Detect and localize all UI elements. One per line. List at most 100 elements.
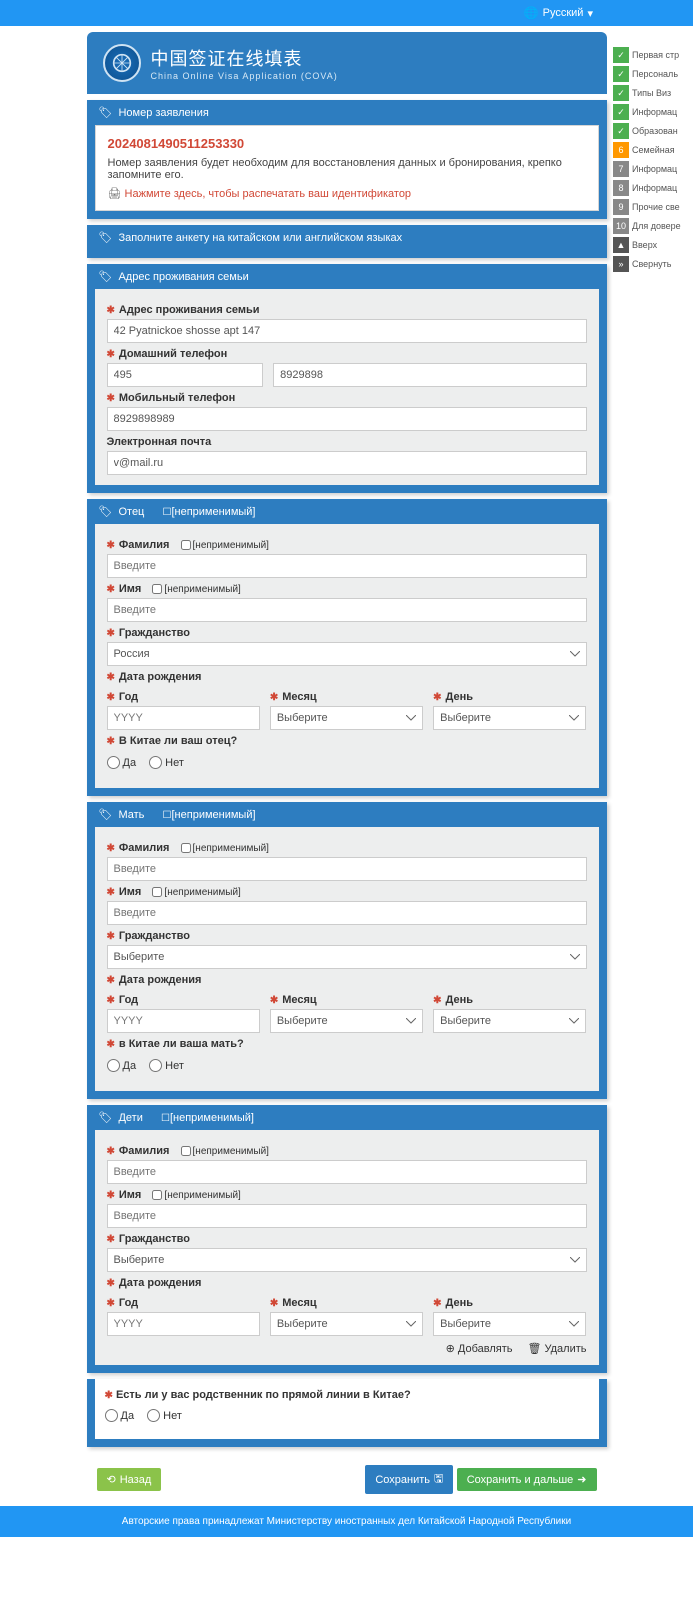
phone-num-input[interactable]: [273, 363, 586, 387]
relative-question-panel: ✱ Есть ли у вас родственник по прямой ли…: [87, 1379, 607, 1447]
required-icon: ✱: [107, 393, 115, 404]
surname-na-checkbox[interactable]: [181, 1146, 191, 1156]
add-child-button[interactable]: Добавлять: [446, 1343, 513, 1355]
delete-child-button[interactable]: Удалить: [528, 1343, 587, 1355]
father-inchina-yes[interactable]: [107, 756, 120, 769]
side-label: Для довере: [632, 221, 681, 231]
relative-no[interactable]: [147, 1409, 160, 1422]
mother-surname-input[interactable]: [107, 857, 587, 881]
side-nav-item[interactable]: ✓Персональ: [613, 65, 693, 83]
side-nav-item[interactable]: ✓Первая стр: [613, 46, 693, 64]
phone-code-input[interactable]: [107, 363, 264, 387]
mother-inchina-yes[interactable]: [107, 1059, 120, 1072]
chevron-down-icon: ▾: [587, 7, 593, 20]
child-day-select[interactable]: Выберите: [433, 1312, 586, 1336]
email-input[interactable]: [107, 451, 587, 475]
father-year-input[interactable]: [107, 706, 260, 730]
back-button[interactable]: ⟲ Назад: [97, 1468, 162, 1491]
name-na-checkbox[interactable]: [152, 1190, 162, 1200]
relative-yes[interactable]: [105, 1409, 118, 1422]
father-surname-input[interactable]: [107, 554, 587, 578]
mother-name-input[interactable]: [107, 901, 587, 925]
application-note: Номер заявления будет необходим для восс…: [108, 157, 586, 181]
panel-title: Отец: [118, 506, 144, 518]
side-nav-item[interactable]: 6Семейная: [613, 141, 693, 159]
required-icon: ✱: [107, 305, 115, 316]
address-input[interactable]: [107, 319, 587, 343]
father-inchina-no[interactable]: [149, 756, 162, 769]
panel-title: Номер заявления: [118, 107, 208, 119]
side-label: Прочие све: [632, 202, 680, 212]
father-month-select[interactable]: Выберите: [270, 706, 423, 730]
mother-year-input[interactable]: [107, 1009, 260, 1033]
mobile-label: Мобильный телефон: [119, 392, 235, 404]
save-next-button[interactable]: Сохранить и дальше ➜: [457, 1468, 597, 1491]
mother-panel: 🏷Мать ☐[неприменимый] ✱Фамилия [непримен…: [87, 802, 607, 1099]
panel-title: Мать: [118, 809, 144, 821]
tag-icon: 🏷: [99, 106, 113, 119]
side-nav-item[interactable]: ✓Информац: [613, 103, 693, 121]
application-number: 2024081490511253330: [108, 136, 586, 151]
mother-month-select[interactable]: Выберите: [270, 1009, 423, 1033]
side-label: Образован: [632, 126, 678, 136]
na-label[interactable]: [неприменимый]: [170, 1112, 254, 1124]
family-address-panel: 🏷Адрес проживания семьи ✱Адрес проживани…: [87, 264, 607, 493]
panel-title: Дети: [118, 1112, 142, 1124]
child-name-input[interactable]: [107, 1204, 587, 1228]
language-note-panel: 🏷Заполните анкету на китайском или англи…: [87, 225, 607, 258]
side-badge: ✓: [613, 123, 629, 139]
side-badge: 9: [613, 199, 629, 215]
footer-copyright: Авторские права принадлежат Министерству…: [0, 1506, 693, 1537]
side-label: Информац: [632, 183, 677, 193]
side-badge: ✓: [613, 66, 629, 82]
side-nav-item[interactable]: 9Прочие све: [613, 198, 693, 216]
side-badge: 8: [613, 180, 629, 196]
name-label: Имя: [119, 583, 141, 595]
panel-title: Заполните анкету на китайском или англий…: [118, 232, 402, 244]
side-nav-item[interactable]: ▲Вверх: [613, 236, 693, 254]
relative-question-label: Есть ли у вас родственник по прямой лини…: [116, 1389, 411, 1401]
app-header: 中国签证在线填表 China Online Visa Application (…: [87, 32, 607, 94]
panel-title: Адрес проживания семьи: [118, 271, 248, 283]
side-nav-item[interactable]: ✓Образован: [613, 122, 693, 140]
tag-icon: 🏷: [99, 505, 113, 518]
language-selector[interactable]: Русский ▾: [524, 6, 593, 20]
print-id-link[interactable]: Нажмите здесь, чтобы распечатать ваш иде…: [108, 187, 586, 200]
side-nav-item[interactable]: 10Для довере: [613, 217, 693, 235]
mobile-input[interactable]: [107, 407, 587, 431]
side-navigation: ✓Первая стр✓Персональ✓Типы Виз✓Информац✓…: [613, 46, 693, 274]
child-month-select[interactable]: Выберите: [270, 1312, 423, 1336]
na-label[interactable]: [неприменимый]: [172, 809, 256, 821]
home-phone-label: Домашний телефон: [119, 348, 227, 360]
side-nav-item[interactable]: ✓Типы Виз: [613, 84, 693, 102]
side-nav-item[interactable]: 7Информац: [613, 160, 693, 178]
father-citizenship-select[interactable]: Россия: [107, 642, 587, 666]
surname-na-checkbox[interactable]: [181, 843, 191, 853]
surname-label: Фамилия: [119, 539, 170, 551]
mother-inchina-no[interactable]: [149, 1059, 162, 1072]
name-na-checkbox[interactable]: [152, 887, 162, 897]
side-badge: »: [613, 256, 629, 272]
side-badge: 6: [613, 142, 629, 158]
surname-na-checkbox[interactable]: [181, 540, 191, 550]
mother-day-select[interactable]: Выберите: [433, 1009, 586, 1033]
name-na-checkbox[interactable]: [152, 584, 162, 594]
side-label: Типы Виз: [632, 88, 671, 98]
side-badge: ✓: [613, 47, 629, 63]
child-year-input[interactable]: [107, 1312, 260, 1336]
side-badge: 7: [613, 161, 629, 177]
child-surname-input[interactable]: [107, 1160, 587, 1184]
father-day-select[interactable]: Выберите: [433, 706, 586, 730]
father-name-input[interactable]: [107, 598, 587, 622]
side-label: Вверх: [632, 240, 657, 250]
na-label[interactable]: [неприменимый]: [171, 506, 255, 518]
child-citizenship-select[interactable]: Выберите: [107, 1248, 587, 1272]
mother-inchina-label: в Китае ли ваша мать?: [119, 1038, 244, 1050]
side-nav-item[interactable]: »Свернуть: [613, 255, 693, 273]
save-button[interactable]: Сохранить 🖫: [365, 1465, 453, 1494]
side-nav-item[interactable]: 8Информац: [613, 179, 693, 197]
side-label: Первая стр: [632, 50, 679, 60]
tag-icon: 🏷: [99, 1111, 113, 1124]
father-inchina-label: В Китае ли ваш отец?: [119, 735, 237, 747]
mother-citizenship-select[interactable]: Выберите: [107, 945, 587, 969]
